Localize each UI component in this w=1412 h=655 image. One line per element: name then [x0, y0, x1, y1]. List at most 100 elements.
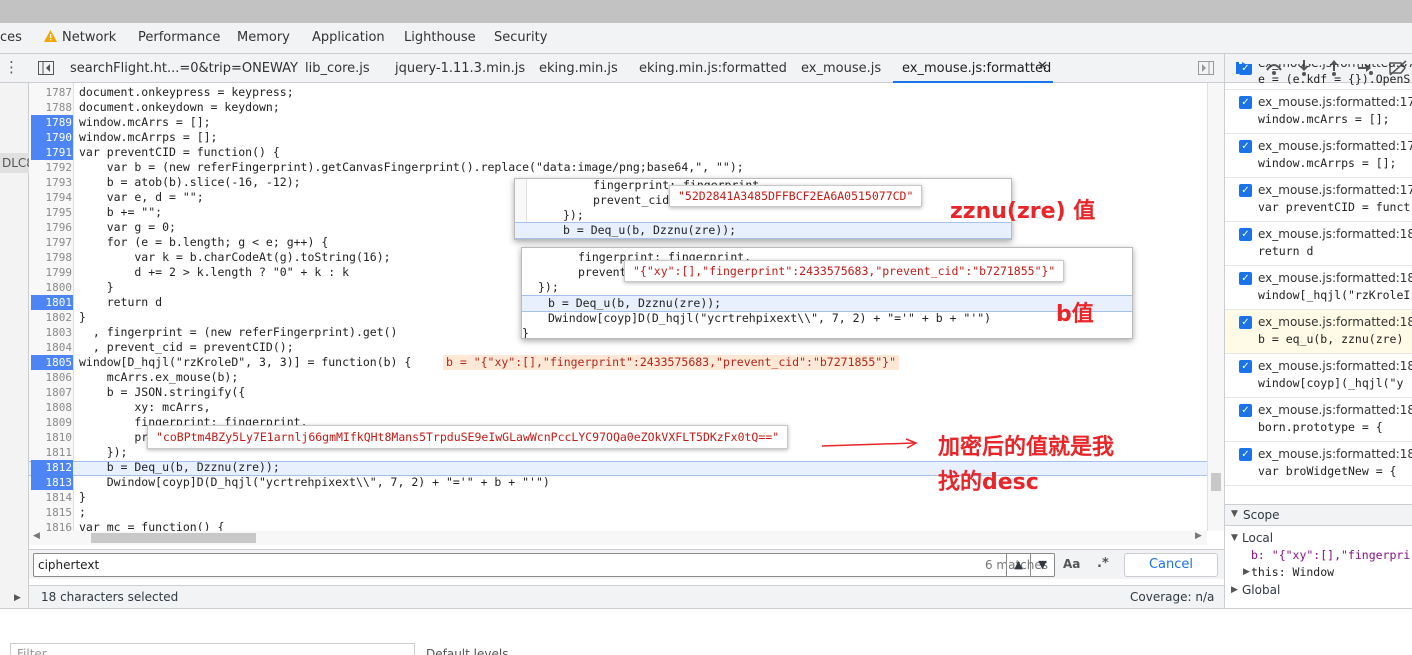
tab-performance[interactable]: Performance — [138, 30, 220, 45]
file-tab[interactable]: lib_core.js — [305, 61, 370, 76]
file-tab-active[interactable]: ex_mouse.js:formatted — [902, 61, 1051, 76]
next-match-button[interactable]: ▼ — [1030, 553, 1054, 577]
line-number[interactable]: 1798 — [29, 250, 73, 265]
breakpoint-checkbox[interactable]: ✓ — [1239, 316, 1252, 329]
breakpoint-item[interactable]: ✓ ex_mouse.js:formatted:181 b = eq_u(b, zz… — [1225, 310, 1412, 354]
line-number[interactable]: 1807 — [29, 385, 73, 400]
line-number[interactable]: 1804 — [29, 340, 73, 355]
line-number[interactable]: 1813 — [31, 475, 73, 490]
toggle-debugger-icon[interactable] — [1198, 61, 1214, 75]
expand-icon[interactable]: ▶ — [14, 593, 21, 603]
expand-triangle-icon[interactable]: ▶ — [1231, 585, 1238, 595]
match-case-button[interactable]: Aa — [1063, 557, 1080, 571]
file-tab[interactable]: eking.min.js — [539, 61, 618, 76]
file-tab[interactable]: searchFlight.ht...=0&trip=ONEWAY — [70, 61, 298, 76]
breakpoint-checkbox[interactable]: ✓ — [1239, 404, 1252, 417]
line-number[interactable]: 1800 — [29, 280, 73, 295]
breakpoint-checkbox[interactable]: ✓ — [1239, 96, 1252, 109]
scope-global[interactable]: Global — [1242, 583, 1280, 597]
code-line[interactable]: ; — [79, 505, 86, 520]
file-tab[interactable]: ex_mouse.js — [801, 61, 881, 76]
breakpoint-item[interactable]: ✓ ex_mouse.js:formatted:87e = (e.kdf = {}… — [1225, 64, 1412, 90]
code-line[interactable]: d += 2 > k.length ? "0" + k : k — [79, 265, 349, 280]
code-line[interactable]: }); — [79, 445, 128, 460]
code-line[interactable]: } — [79, 310, 86, 325]
search-input[interactable]: ciphertext 6 matches — [33, 553, 1055, 577]
breakpoint-item[interactable]: ✓ ex_mouse.js:formatted:179 var preventCID… — [1225, 178, 1412, 222]
line-number[interactable]: 1802 — [29, 310, 73, 325]
code-line[interactable]: var k = b.charCodeAt(g).toString(16); — [79, 250, 390, 265]
line-number[interactable]: 1814 — [29, 490, 73, 505]
tab-network[interactable]: Network — [62, 30, 116, 45]
line-number[interactable]: 1810 — [29, 430, 73, 445]
tab-memory[interactable]: Memory — [237, 30, 290, 45]
tab-sources[interactable]: ces — [0, 30, 22, 45]
coverage-status[interactable]: Coverage: n/a — [1130, 590, 1214, 604]
line-number[interactable]: 1815 — [29, 505, 73, 520]
code-line[interactable]: var b = (new referFingerprint).getCanvas… — [79, 160, 744, 175]
horizontal-scrollbar[interactable]: ◀ ▶ — [29, 531, 1207, 545]
code-line[interactable]: return d — [79, 295, 162, 310]
line-number[interactable]: 1809 — [29, 415, 73, 430]
scope-local[interactable]: Local — [1242, 531, 1273, 545]
code-line[interactable]: } — [79, 280, 114, 295]
code-line[interactable]: , fingerprint = (new referFingerprint).g… — [79, 325, 398, 340]
code-line[interactable]: var g = 0; — [79, 220, 176, 235]
code-line[interactable]: var e, d = ""; — [79, 190, 204, 205]
file-tab[interactable]: eking.min.js:formatted — [639, 61, 787, 76]
expand-triangle-icon[interactable]: ▼ — [1231, 533, 1238, 543]
line-number[interactable]: 1808 — [29, 400, 73, 415]
line-number[interactable]: 1797 — [29, 235, 73, 250]
code-line[interactable]: window.mcArrps = []; — [79, 130, 217, 145]
line-number[interactable]: 1792 — [29, 160, 73, 175]
code-line[interactable]: window.mcArrs = []; — [79, 115, 211, 130]
breakpoint-checkbox[interactable]: ✓ — [1239, 448, 1252, 461]
scope-var-b[interactable]: b: "{"xy":[],"fingerpri — [1251, 548, 1410, 562]
log-levels-dropdown[interactable]: Default levels — [426, 647, 508, 655]
code-line[interactable]: for (e = b.length; g < e; g++) { — [79, 235, 329, 250]
code-line[interactable]: document.onkeypress = keypress; — [79, 85, 294, 100]
line-number[interactable]: 1801 — [31, 295, 73, 310]
code-line[interactable]: document.onkeydown = keydown; — [79, 100, 280, 115]
line-number[interactable]: 1806 — [29, 370, 73, 385]
previous-match-button[interactable]: ▲ — [1006, 553, 1030, 577]
line-number[interactable]: 1793 — [29, 175, 73, 190]
code-line[interactable]: window[D_hqjl("rzKroleD", 3, 3)] = funct… — [79, 355, 411, 370]
vertical-scrollbar[interactable] — [1207, 83, 1224, 531]
line-number[interactable]: 1799 — [29, 265, 73, 280]
line-number[interactable]: 1787 — [29, 85, 73, 100]
line-number[interactable]: 1795 — [29, 205, 73, 220]
code-line[interactable]: mcArrs.ex_mouse(b); — [79, 370, 239, 385]
tab-security[interactable]: Security — [494, 30, 547, 45]
more-menu-icon[interactable]: ⋮ — [4, 58, 19, 76]
line-number[interactable]: 1812 — [31, 460, 73, 475]
code-line[interactable]: b += ""; — [79, 205, 162, 220]
regex-button[interactable]: .* — [1097, 556, 1109, 571]
line-number[interactable]: 1794 — [29, 190, 73, 205]
code-line[interactable]: var mc = function() { — [79, 520, 224, 531]
breakpoint-item[interactable]: ✓ ex_mouse.js:formatted:179 window.mcArrps… — [1225, 134, 1412, 178]
scope-var-this[interactable]: this: Window — [1251, 565, 1334, 579]
breakpoint-item[interactable]: ✓ ex_mouse.js:formatted:178 window.mcArrs … — [1225, 90, 1412, 134]
line-number[interactable]: 1791 — [31, 145, 73, 160]
code-line[interactable]: } — [79, 490, 86, 505]
line-number[interactable]: 1788 — [29, 100, 73, 115]
line-number[interactable]: 1789 — [31, 115, 73, 130]
tab-lighthouse[interactable]: Lighthouse — [404, 30, 476, 45]
scope-header[interactable]: ▼ Scope — [1225, 504, 1412, 526]
breakpoint-item[interactable]: ✓ ex_mouse.js:formatted:180 window[_hqjl("… — [1225, 266, 1412, 310]
breakpoint-checkbox[interactable]: ✓ — [1239, 184, 1252, 197]
code-line[interactable]: xy: mcArrs, — [79, 400, 210, 415]
line-number[interactable]: 1811 — [29, 445, 73, 460]
expand-triangle-icon[interactable]: ▶ — [1243, 567, 1250, 577]
breakpoint-item[interactable]: ✓ ex_mouse.js:formatted:186 var broWidgetN… — [1225, 442, 1412, 486]
line-number[interactable]: 1790 — [31, 130, 73, 145]
console-filter-input[interactable]: Filter — [10, 643, 415, 655]
breakpoint-checkbox[interactable]: ✓ — [1239, 140, 1252, 153]
breakpoint-item[interactable]: ✓ ex_mouse.js:formatted:181 window[coyp](_… — [1225, 354, 1412, 398]
breakpoint-checkbox[interactable]: ✓ — [1239, 64, 1252, 75]
scroll-left-icon[interactable]: ◀ — [33, 531, 40, 541]
breakpoint-item[interactable]: ✓ ex_mouse.js:formatted:180 return d — [1225, 222, 1412, 266]
scrollbar-thumb[interactable] — [91, 533, 256, 543]
breakpoint-item[interactable]: ✓ ex_mouse.js:formatted:186 born.prototype… — [1225, 398, 1412, 442]
